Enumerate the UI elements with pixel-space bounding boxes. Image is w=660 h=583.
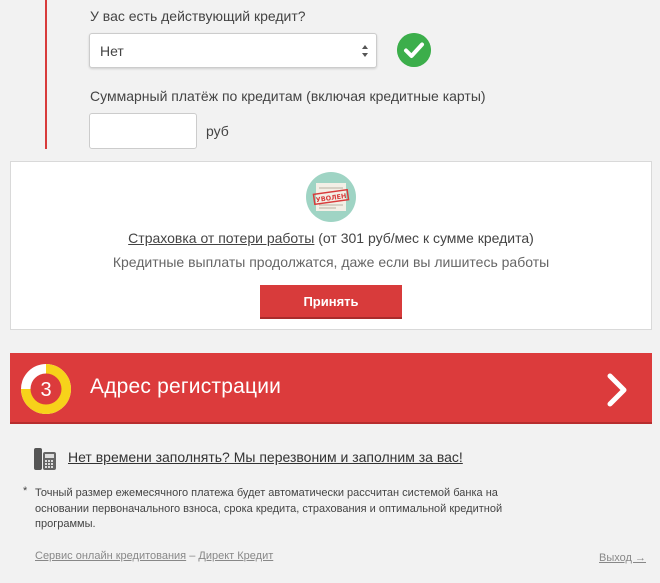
step-number: 3 <box>40 379 51 401</box>
insurance-subtitle: Кредитные выплаты продолжатся, даже если… <box>112 254 550 270</box>
service-link[interactable]: Сервис онлайн кредитования <box>35 550 186 562</box>
step-title: Адрес регистрации <box>90 375 282 398</box>
insurance-title-row: Страховка от потери работы (от 301 руб/м… <box>11 230 651 246</box>
footer-separator: – <box>186 550 199 562</box>
select-arrows-icon <box>362 45 368 57</box>
check-success-icon <box>397 33 431 67</box>
payment-label: Суммарный платёж по кредитам (включая кр… <box>90 88 486 104</box>
phone-icon <box>34 448 56 470</box>
step-progress-ring-icon: 3 <box>21 364 71 414</box>
footer-links: Сервис онлайн кредитования – Директ Кред… <box>35 550 273 562</box>
payment-unit-label: руб <box>206 123 229 139</box>
insurance-offer-card: УВОЛЕН Страховка от потери работы (от 30… <box>10 161 652 330</box>
form-section-left-border <box>45 0 47 149</box>
brand-link[interactable]: Директ Кредит <box>198 550 273 562</box>
credit-select[interactable]: Нет <box>89 33 377 68</box>
footnote-star: * <box>23 485 28 497</box>
footnote-text: Точный размер ежемесячного платежа будет… <box>35 487 503 530</box>
footnote: * Точный размер ежемесячного платежа буд… <box>23 485 544 533</box>
callback-link[interactable]: Нет времени заполнять? Мы перезвоним и з… <box>68 449 463 465</box>
step-3-header[interactable]: 3 Адрес регистрации <box>10 353 652 424</box>
exit-link[interactable]: Выход → <box>599 552 646 564</box>
credit-question-label: У вас есть действующий кредит? <box>90 8 306 24</box>
credit-select-value: Нет <box>100 43 124 59</box>
insurance-link[interactable]: Страховка от потери работы <box>128 230 314 246</box>
chevron-right-icon[interactable] <box>606 373 628 407</box>
payment-input[interactable] <box>89 113 197 149</box>
dismissed-stamp-icon: УВОЛЕН <box>306 172 356 222</box>
insurance-price: (от 301 руб/мес к сумме кредита) <box>314 230 534 246</box>
accept-insurance-button[interactable]: Принять <box>260 285 402 319</box>
